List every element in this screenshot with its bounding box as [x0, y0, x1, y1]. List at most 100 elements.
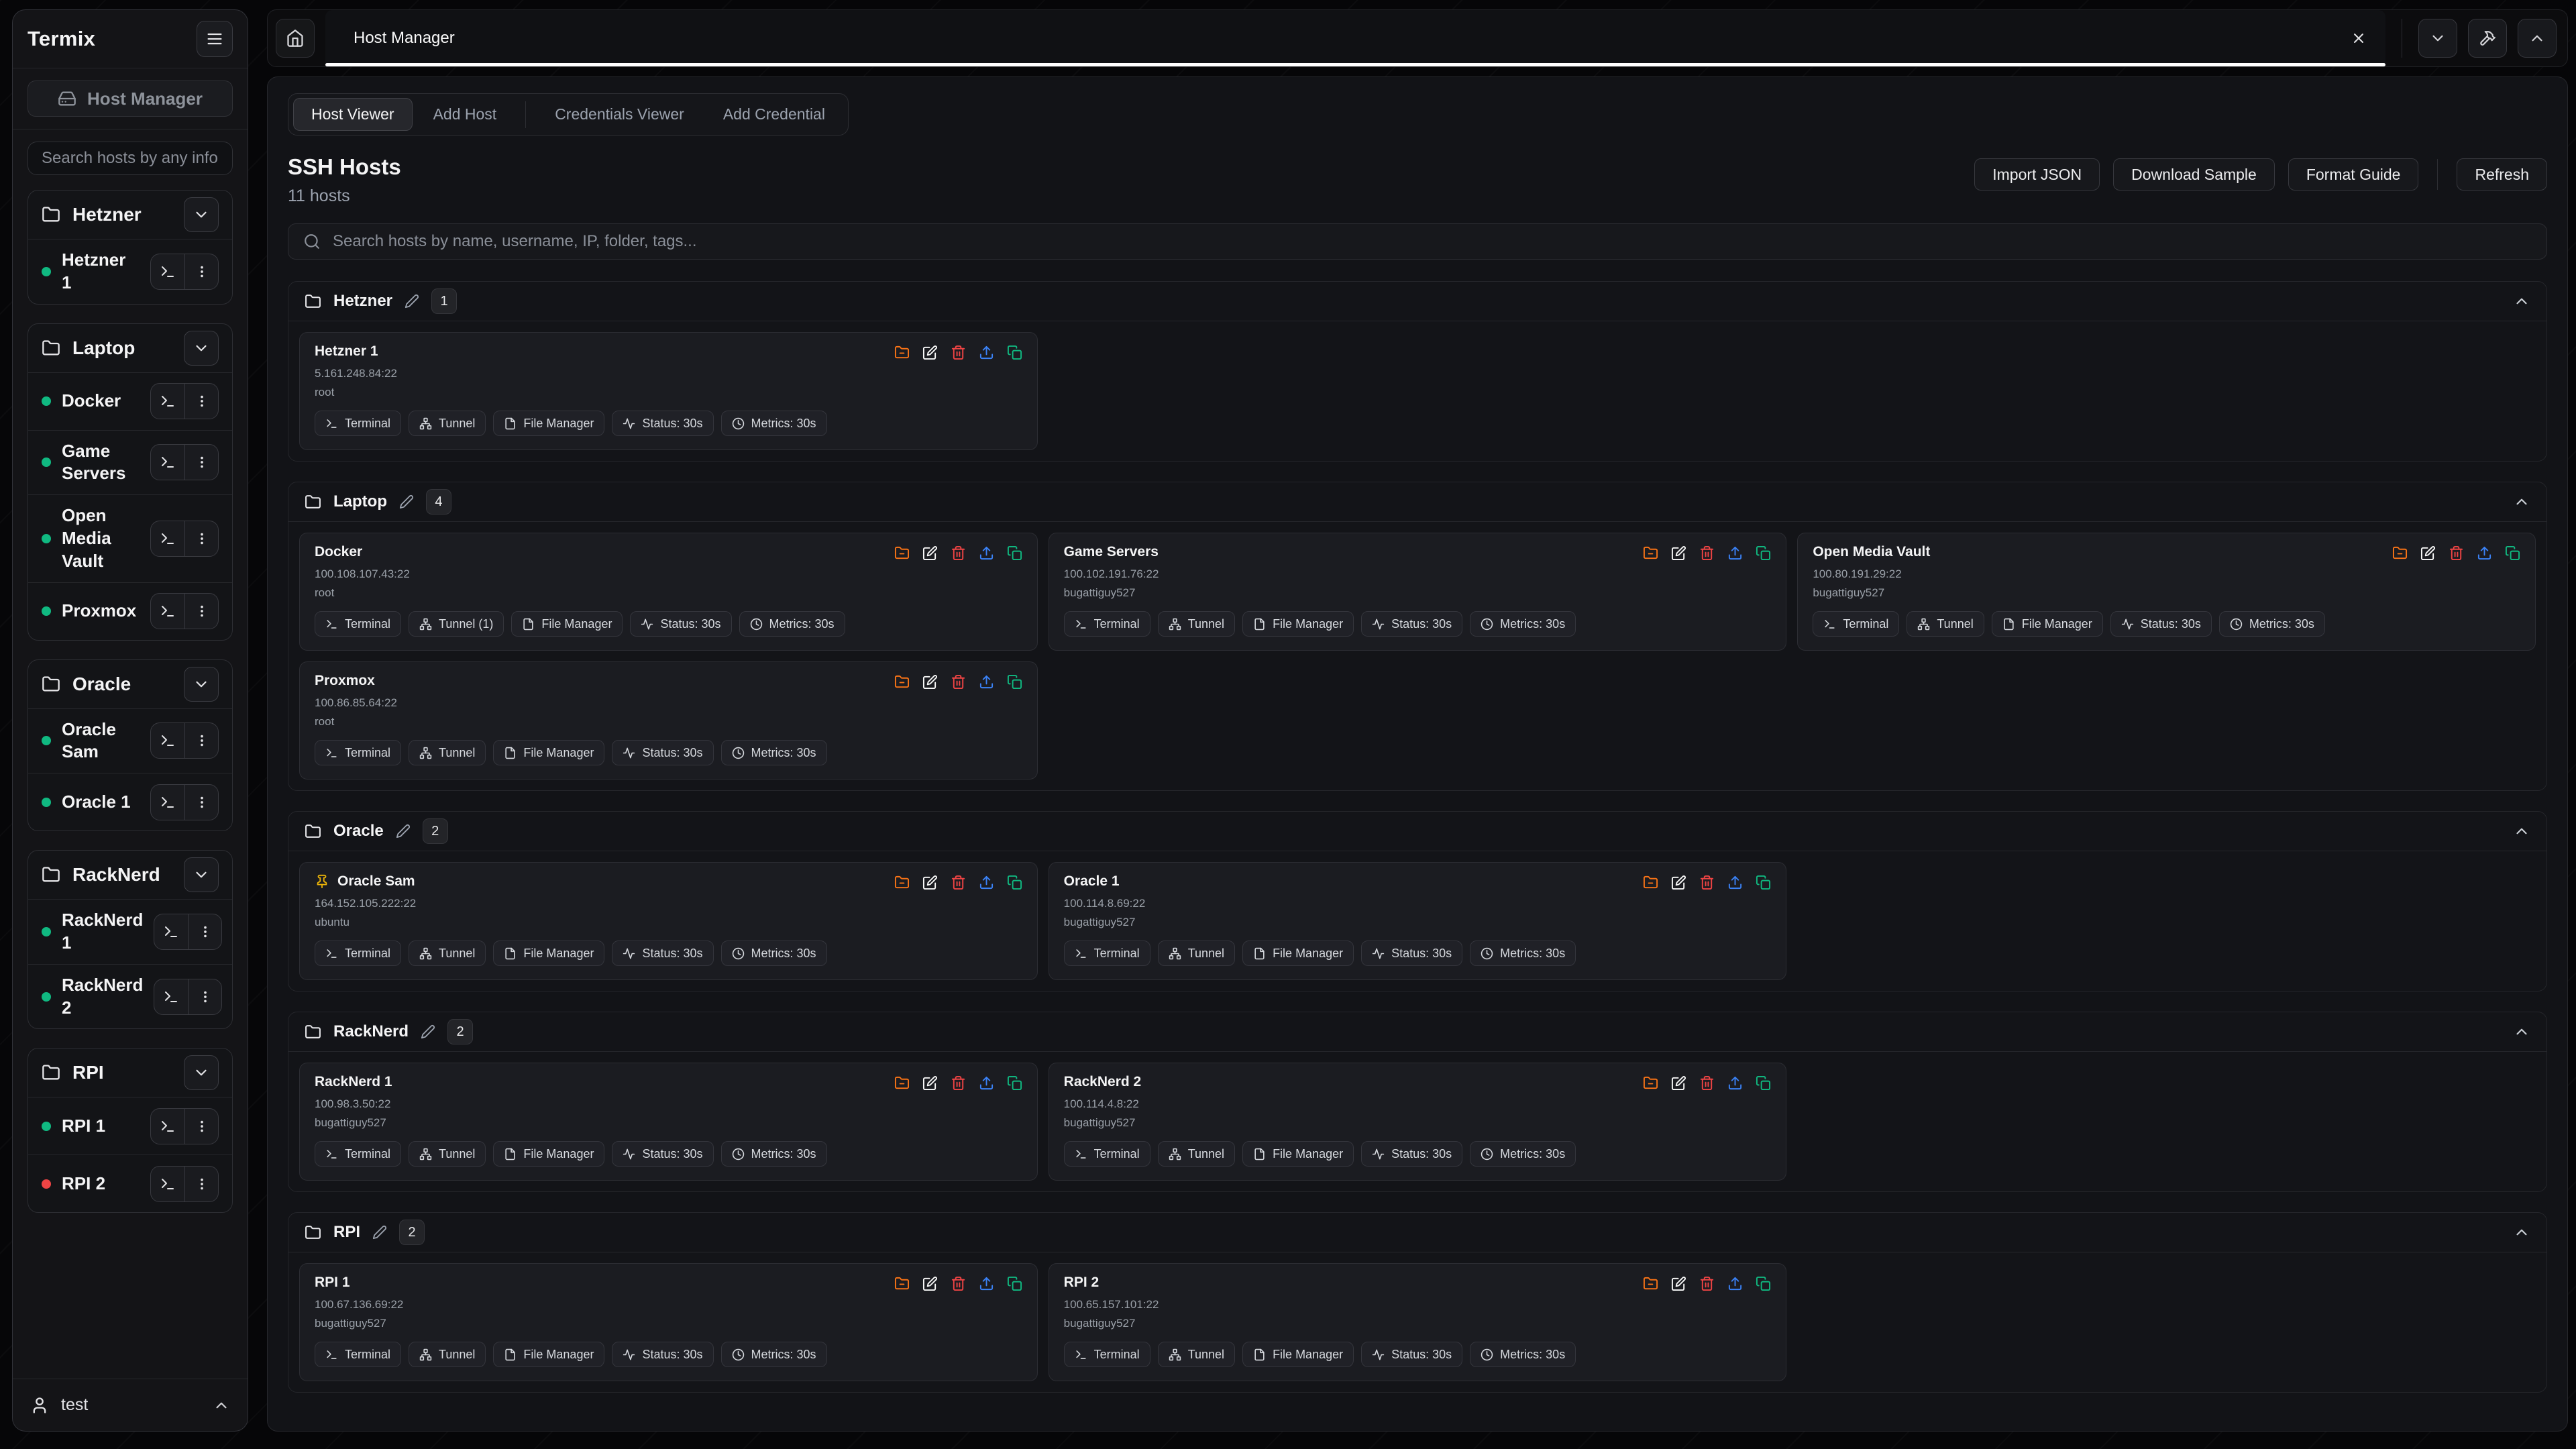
status-chip[interactable]: Status: 30s — [1361, 1342, 1462, 1367]
metrics-chip[interactable]: Metrics: 30s — [721, 941, 827, 966]
status-chip[interactable]: Status: 30s — [612, 1342, 713, 1367]
rename-folder-button[interactable] — [396, 824, 411, 839]
folder-collapse-button[interactable] — [184, 1055, 219, 1090]
duplicate-host-button[interactable] — [1756, 1075, 1771, 1091]
sidebar-folder-header[interactable]: RackNerd — [28, 851, 232, 899]
metrics-chip[interactable]: Metrics: 30s — [739, 611, 845, 637]
metrics-chip[interactable]: Metrics: 30s — [721, 1141, 827, 1167]
metrics-chip[interactable]: Metrics: 30s — [1470, 611, 1576, 637]
tunnel-chip[interactable]: Tunnel — [409, 740, 486, 765]
host-menu-button[interactable] — [184, 521, 218, 556]
status-chip[interactable]: Status: 30s — [1361, 941, 1462, 966]
file-manager-chip[interactable]: File Manager — [1242, 1342, 1354, 1367]
terminal-button[interactable] — [151, 254, 184, 289]
admin-tools-button[interactable] — [2468, 19, 2507, 58]
file-manager-chip[interactable]: File Manager — [1242, 1141, 1354, 1167]
tab-credentials-viewer[interactable]: Credentials Viewer — [537, 98, 702, 131]
export-host-button[interactable] — [979, 674, 994, 690]
scroll-tabs-down-button[interactable] — [2418, 19, 2457, 58]
terminal-button[interactable] — [151, 594, 184, 629]
terminal-chip[interactable]: Terminal — [315, 411, 401, 436]
remove-from-folder-button[interactable] — [894, 674, 910, 690]
sidebar-folder-header[interactable]: Hetzner — [28, 191, 232, 239]
rename-folder-button[interactable] — [405, 294, 419, 309]
sidebar-host-row[interactable]: Open Media Vault — [28, 494, 232, 582]
rename-folder-button[interactable] — [372, 1225, 387, 1240]
metrics-chip[interactable]: Metrics: 30s — [721, 411, 827, 436]
refresh-button[interactable]: Refresh — [2457, 158, 2547, 191]
terminal-chip[interactable]: Terminal — [315, 1141, 401, 1167]
terminal-chip[interactable]: Terminal — [1064, 611, 1150, 637]
edit-host-button[interactable] — [2420, 545, 2436, 561]
section-collapse-button[interactable] — [2513, 493, 2530, 511]
remove-from-folder-button[interactable] — [1643, 1276, 1658, 1291]
export-host-button[interactable] — [979, 875, 994, 890]
host-menu-button[interactable] — [184, 1167, 218, 1201]
duplicate-host-button[interactable] — [1007, 1276, 1022, 1291]
duplicate-host-button[interactable] — [1007, 345, 1022, 360]
folder-collapse-button[interactable] — [184, 667, 219, 702]
delete-host-button[interactable] — [951, 545, 966, 561]
tunnel-chip[interactable]: Tunnel — [409, 411, 486, 436]
edit-host-button[interactable] — [1671, 545, 1686, 561]
sidebar-host-row[interactable]: RackNerd 2 — [28, 964, 232, 1029]
folder-collapse-button[interactable] — [184, 331, 219, 366]
status-chip[interactable]: Status: 30s — [2110, 611, 2212, 637]
metrics-chip[interactable]: Metrics: 30s — [1470, 941, 1576, 966]
user-menu[interactable]: test — [13, 1379, 248, 1431]
remove-from-folder-button[interactable] — [894, 875, 910, 890]
terminal-button[interactable] — [151, 1167, 184, 1201]
export-host-button[interactable] — [2477, 545, 2492, 561]
delete-host-button[interactable] — [1699, 545, 1715, 561]
sidebar-search-input[interactable] — [28, 142, 233, 175]
folder-collapse-button[interactable] — [184, 857, 219, 892]
tab-add-credential[interactable]: Add Credential — [705, 98, 843, 131]
status-chip[interactable]: Status: 30s — [1361, 611, 1462, 637]
host-search-input[interactable] — [333, 232, 2532, 251]
edit-host-button[interactable] — [922, 875, 938, 890]
status-chip[interactable]: Status: 30s — [1361, 1141, 1462, 1167]
file-manager-chip[interactable]: File Manager — [493, 1342, 604, 1367]
edit-host-button[interactable] — [1671, 875, 1686, 890]
terminal-button[interactable] — [151, 723, 184, 758]
sidebar-folder-header[interactable]: RPI — [28, 1049, 232, 1097]
section-collapse-button[interactable] — [2513, 292, 2530, 310]
remove-from-folder-button[interactable] — [894, 1276, 910, 1291]
status-chip[interactable]: Status: 30s — [612, 411, 713, 436]
section-collapse-button[interactable] — [2513, 1023, 2530, 1040]
sidebar-host-row[interactable]: Docker — [28, 372, 232, 430]
status-chip[interactable]: Status: 30s — [630, 611, 731, 637]
delete-host-button[interactable] — [951, 674, 966, 690]
import-json-button[interactable]: Import JSON — [1974, 158, 2100, 191]
edit-host-button[interactable] — [922, 1276, 938, 1291]
host-menu-button[interactable] — [184, 254, 218, 289]
status-chip[interactable]: Status: 30s — [612, 740, 713, 765]
duplicate-host-button[interactable] — [2505, 545, 2520, 561]
host-menu-button[interactable] — [184, 723, 218, 758]
sidebar-host-row[interactable]: RPI 2 — [28, 1155, 232, 1212]
file-manager-chip[interactable]: File Manager — [1242, 611, 1354, 637]
remove-from-folder-button[interactable] — [1643, 875, 1658, 890]
sidebar-folder-header[interactable]: Laptop — [28, 324, 232, 372]
file-manager-chip[interactable]: File Manager — [493, 411, 604, 436]
rename-folder-button[interactable] — [421, 1024, 435, 1039]
duplicate-host-button[interactable] — [1756, 1276, 1771, 1291]
tunnel-chip[interactable]: Tunnel — [409, 1342, 486, 1367]
terminal-button[interactable] — [154, 979, 188, 1014]
host-menu-button[interactable] — [184, 384, 218, 419]
host-menu-button[interactable] — [184, 785, 218, 820]
edit-host-button[interactable] — [922, 1075, 938, 1091]
file-manager-chip[interactable]: File Manager — [493, 740, 604, 765]
tab-host-viewer[interactable]: Host Viewer — [293, 98, 413, 131]
metrics-chip[interactable]: Metrics: 30s — [721, 740, 827, 765]
edit-host-button[interactable] — [1671, 1075, 1686, 1091]
close-tab-button[interactable] — [2351, 30, 2367, 46]
delete-host-button[interactable] — [1699, 875, 1715, 890]
tunnel-chip[interactable]: Tunnel — [1907, 611, 1984, 637]
export-host-button[interactable] — [1727, 1075, 1743, 1091]
duplicate-host-button[interactable] — [1756, 875, 1771, 890]
host-menu-button[interactable] — [184, 445, 218, 480]
host-menu-button[interactable] — [188, 979, 221, 1014]
terminal-button[interactable] — [151, 384, 184, 419]
terminal-button[interactable] — [154, 914, 188, 949]
